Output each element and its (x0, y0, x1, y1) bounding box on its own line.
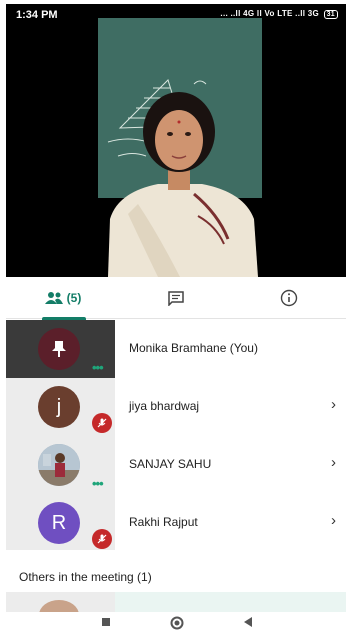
muted-mic-icon (92, 413, 112, 433)
people-icon (44, 292, 63, 304)
participant-row[interactable]: R Rakhi Rajput › (6, 494, 346, 552)
participant-row[interactable] (6, 592, 346, 630)
signal-text: ... ..ll 4G ll Vo LTE ..ll 3G (220, 9, 320, 18)
participant-row[interactable]: j jiya bhardwaj › (6, 378, 346, 436)
participant-name: SANJAY SAHU (129, 457, 212, 471)
signal-indicators: ... ..ll 4G ll Vo LTE ..ll 3G 31 (220, 9, 338, 19)
tab-people[interactable]: (5) (6, 277, 119, 320)
chevron-right-icon[interactable]: › (331, 396, 336, 413)
speaking-dots-icon: ••• (92, 476, 104, 491)
avatar-cell (6, 592, 115, 630)
home-icon[interactable] (170, 616, 184, 630)
participant-name: Rakhi Rajput (129, 515, 198, 529)
participant-name: jiya bhardwaj (129, 399, 200, 413)
avatar-cell: j (6, 378, 115, 436)
info-icon (280, 289, 298, 307)
chevron-right-icon[interactable]: › (331, 454, 336, 471)
pin-icon (52, 341, 66, 357)
participant-row[interactable]: ••• Monika Bramhane (You) (6, 320, 346, 378)
muted-mic-icon (92, 529, 112, 549)
status-bar: 1:34 PM ... ..ll 4G ll Vo LTE ..ll 3G 31 (6, 4, 346, 26)
avatar: R (38, 502, 80, 544)
chevron-right-icon[interactable]: › (331, 512, 336, 529)
tab-chat[interactable] (119, 277, 232, 319)
avatar: j (38, 386, 80, 428)
recents-icon[interactable] (100, 616, 112, 628)
others-section: Others in the meeting (1) (6, 550, 346, 592)
people-count: (5) (66, 291, 82, 305)
participant-list: ••• Monika Bramhane (You) j jiya bhardwa… (6, 320, 346, 552)
battery-icon: 31 (323, 10, 338, 19)
presenter-figure (108, 92, 258, 277)
avatar-cell: ••• (6, 436, 115, 494)
back-icon[interactable] (242, 616, 254, 628)
tab-info[interactable] (232, 277, 346, 319)
pin-avatar[interactable] (38, 328, 80, 370)
participant-name: Monika Bramhane (You) (129, 341, 258, 355)
avatar-cell: R (6, 494, 115, 552)
meeting-tabs: (5) (6, 277, 346, 320)
status-time: 1:34 PM (16, 9, 58, 21)
chat-icon (167, 291, 184, 306)
video-feed[interactable]: 1:34 PM ... ..ll 4G ll Vo LTE ..ll 3G 31 (6, 4, 346, 277)
avatar-cell: ••• (6, 320, 115, 378)
participant-row[interactable]: ••• SANJAY SAHU › (6, 436, 346, 494)
avatar-photo (38, 444, 80, 486)
system-nav-bar (0, 612, 346, 635)
speaking-dots-icon: ••• (92, 360, 104, 375)
others-heading: Others in the meeting (1) (19, 570, 152, 584)
